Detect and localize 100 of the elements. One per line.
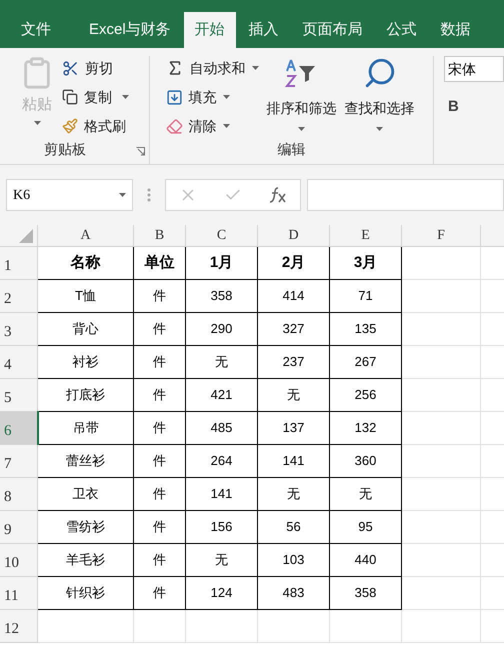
table-cell: 件: [134, 412, 186, 444]
clipboard-command[interactable]: 复制: [62, 85, 129, 109]
ribbon-tab[interactable]: Excel与财务: [78, 12, 182, 48]
table-cell: 卫衣: [38, 478, 134, 510]
table-cell: 件: [134, 280, 186, 312]
search-icon: [362, 56, 397, 90]
row-header[interactable]: 12: [0, 610, 38, 642]
scissors-icon: [62, 60, 79, 76]
row-header[interactable]: 6: [0, 412, 38, 444]
table-cell: 156: [186, 510, 258, 544]
caret-icon: [119, 193, 126, 197]
editing-large-button[interactable]: 查找和选择: [344, 56, 415, 138]
table-cell: 无: [330, 478, 402, 510]
table-cell: 71: [330, 280, 402, 312]
caret-icon: [222, 124, 230, 128]
table-cell: 132: [330, 412, 402, 444]
row-header[interactable]: 9: [0, 510, 38, 544]
table-cell: 衬衫: [38, 346, 134, 378]
table-cell: 3月: [330, 246, 402, 280]
row-header[interactable]: 1: [0, 246, 38, 280]
table-cell: 针织衫: [38, 576, 134, 610]
grip-icon: [147, 188, 151, 202]
row-header[interactable]: 3: [0, 312, 38, 346]
table-cell: 358: [330, 576, 402, 610]
table-cell: 103: [258, 544, 330, 576]
table-cell: 440: [330, 544, 402, 576]
table-cell: 件: [134, 312, 186, 346]
table-cell: 56: [258, 510, 330, 544]
paintbrush-icon: [62, 118, 78, 134]
row-header[interactable]: 5: [0, 378, 38, 412]
table-cell: 无: [186, 544, 258, 576]
table-cell: 单位: [134, 246, 186, 280]
table-cell: 267: [330, 346, 402, 378]
caret-icon: [222, 95, 230, 99]
table-cell: 2月: [258, 246, 330, 280]
table-cell: T恤: [38, 280, 134, 312]
table-cell: 360: [330, 444, 402, 478]
row-header[interactable]: 11: [0, 576, 38, 610]
clipboard-command[interactable]: 格式刷: [62, 114, 129, 138]
column-header[interactable]: E: [330, 225, 402, 246]
copy-icon: [62, 89, 78, 105]
column-header[interactable]: F: [402, 225, 480, 246]
column-header[interactable]: A: [38, 225, 134, 246]
table-cell: 327: [258, 312, 330, 346]
table-cell: 件: [134, 478, 186, 510]
column-header[interactable]: C: [186, 225, 258, 246]
table-cell: 483: [258, 576, 330, 610]
bold-button[interactable]: B: [444, 96, 468, 118]
group-label: 剪贴板: [44, 140, 86, 159]
dialog-launcher-icon[interactable]: [136, 147, 145, 156]
table-cell: 吊带: [38, 412, 134, 444]
table-cell: 421: [186, 378, 258, 412]
table-cell: 件: [134, 576, 186, 610]
table-cell: 1月: [186, 246, 258, 280]
table-cell: 雪纺衫: [38, 510, 134, 544]
row-header[interactable]: 7: [0, 444, 38, 478]
font-name-field[interactable]: 宋体: [444, 56, 504, 82]
row-header[interactable]: 10: [0, 544, 38, 576]
ribbon-tab[interactable]: 公式: [376, 12, 428, 48]
table-cell: 95: [330, 510, 402, 544]
row-header[interactable]: 2: [0, 280, 38, 312]
ribbon-tab[interactable]: 开始: [184, 12, 236, 48]
caret-icon: [298, 127, 306, 131]
table-cell: 290: [186, 312, 258, 346]
function-icon[interactable]: [268, 187, 287, 203]
row-header[interactable]: 8: [0, 478, 38, 510]
table-cell: 件: [134, 444, 186, 478]
clipboard-command[interactable]: 剪切: [62, 56, 129, 80]
table-cell: 名称: [38, 246, 134, 280]
formula-input[interactable]: [307, 179, 504, 211]
table-cell: 141: [186, 478, 258, 510]
column-header[interactable]: B: [134, 225, 186, 246]
table-cell: 124: [186, 576, 258, 610]
editing-command[interactable]: 填充: [166, 85, 259, 109]
editing-large-button[interactable]: 排序和筛选: [266, 56, 337, 138]
table-cell: 485: [186, 412, 258, 444]
table-cell: 背心: [38, 312, 134, 346]
table-cell: 无: [258, 378, 330, 412]
table-cell: 137: [258, 412, 330, 444]
table-cell: 141: [258, 444, 330, 478]
editing-command[interactable]: 自动求和: [166, 56, 259, 80]
table-cell: 264: [186, 444, 258, 478]
ribbon-tab[interactable]: 数据: [430, 12, 482, 48]
table-cell: 414: [258, 280, 330, 312]
row-header[interactable]: 4: [0, 346, 38, 378]
name-box[interactable]: K6: [6, 179, 133, 211]
editing-command[interactable]: 清除: [166, 114, 259, 138]
table-cell: 件: [134, 544, 186, 576]
table-cell: 件: [134, 378, 186, 412]
caret-icon: [34, 120, 40, 124]
ribbon-tab[interactable]: 插入: [238, 12, 290, 48]
column-header[interactable]: D: [258, 225, 330, 246]
table-cell: 135: [330, 312, 402, 346]
table-cell: 237: [258, 346, 330, 378]
table-cell: 打底衫: [38, 378, 134, 412]
ribbon-tab[interactable]: 文件: [10, 12, 62, 48]
ribbon-tab[interactable]: 页面布局: [292, 12, 374, 48]
group-label: 编辑: [278, 140, 306, 159]
table-cell: 358: [186, 280, 258, 312]
table-cell: 件: [134, 346, 186, 378]
